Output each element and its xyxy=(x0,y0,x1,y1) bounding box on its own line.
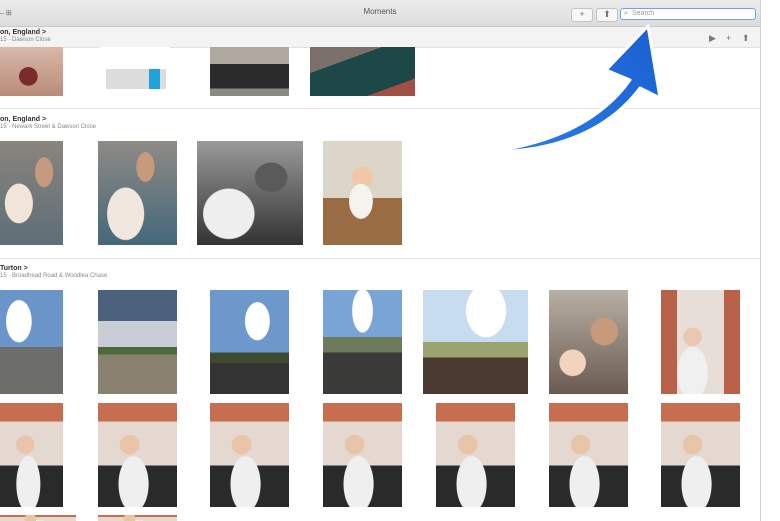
add-icon[interactable]: + xyxy=(726,33,731,43)
moment-subtitle: 15 · Broadhead Road & Woodlea Chase xyxy=(0,273,108,279)
photo-thumbnail[interactable] xyxy=(436,403,515,507)
photo-thumbnail[interactable] xyxy=(323,141,402,245)
photo-thumbnail[interactable] xyxy=(0,403,63,507)
photo-thumbnail[interactable] xyxy=(323,290,402,394)
photo-thumbnail[interactable] xyxy=(0,47,63,96)
photo-thumbnail[interactable] xyxy=(310,47,415,96)
photo-thumbnail[interactable] xyxy=(549,403,628,507)
annotation-arrow-icon xyxy=(486,24,662,154)
photo-thumbnail[interactable] xyxy=(549,290,628,394)
photo-thumbnail[interactable] xyxy=(323,403,402,507)
photo-thumbnail[interactable] xyxy=(98,403,177,507)
section-divider xyxy=(0,258,760,259)
moment-title: on, England xyxy=(0,29,41,36)
moment-subtitle: 15 · Dawson Close xyxy=(0,37,51,43)
photo-thumbnail[interactable] xyxy=(98,515,177,521)
photo-thumbnail[interactable] xyxy=(197,141,303,245)
chevron-right-icon: > xyxy=(42,29,47,36)
chevron-right-icon: > xyxy=(42,116,47,123)
photo-thumbnail[interactable] xyxy=(98,141,177,245)
photo-thumbnail[interactable] xyxy=(0,515,76,521)
photo-thumbnail[interactable] xyxy=(661,403,740,507)
chevron-right-icon: > xyxy=(23,265,28,272)
photo-thumbnail[interactable] xyxy=(661,290,740,394)
photo-thumbnail[interactable] xyxy=(210,403,289,507)
photo-thumbnail[interactable] xyxy=(0,141,63,245)
photo-thumbnail[interactable] xyxy=(210,47,289,96)
photo-thumbnail[interactable] xyxy=(98,290,177,394)
photo-thumbnail[interactable] xyxy=(210,290,289,394)
magnifier-icon: ⌕ xyxy=(624,10,628,17)
moment-title: Turton xyxy=(0,265,22,272)
moment-header-2[interactable]: on, England > 15 · Newark Street & Dawso… xyxy=(0,116,96,130)
moment-subtitle: 15 · Newark Street & Dawson Close xyxy=(0,124,97,130)
moment-title: on, England xyxy=(0,116,41,123)
photo-thumbnail[interactable] xyxy=(100,47,170,96)
moment-header-3[interactable]: Turton > 15 · Broadhead Road & Woodlea C… xyxy=(0,265,107,279)
share-icon[interactable]: ⬆ xyxy=(742,33,750,44)
moment-header-1[interactable]: on, England > 15 · Dawson Close xyxy=(0,29,51,43)
play-icon[interactable]: ▶ xyxy=(709,33,716,44)
search-placeholder: Search xyxy=(632,10,655,17)
photo-thumbnail[interactable] xyxy=(423,290,528,394)
photo-thumbnail[interactable] xyxy=(0,290,63,394)
